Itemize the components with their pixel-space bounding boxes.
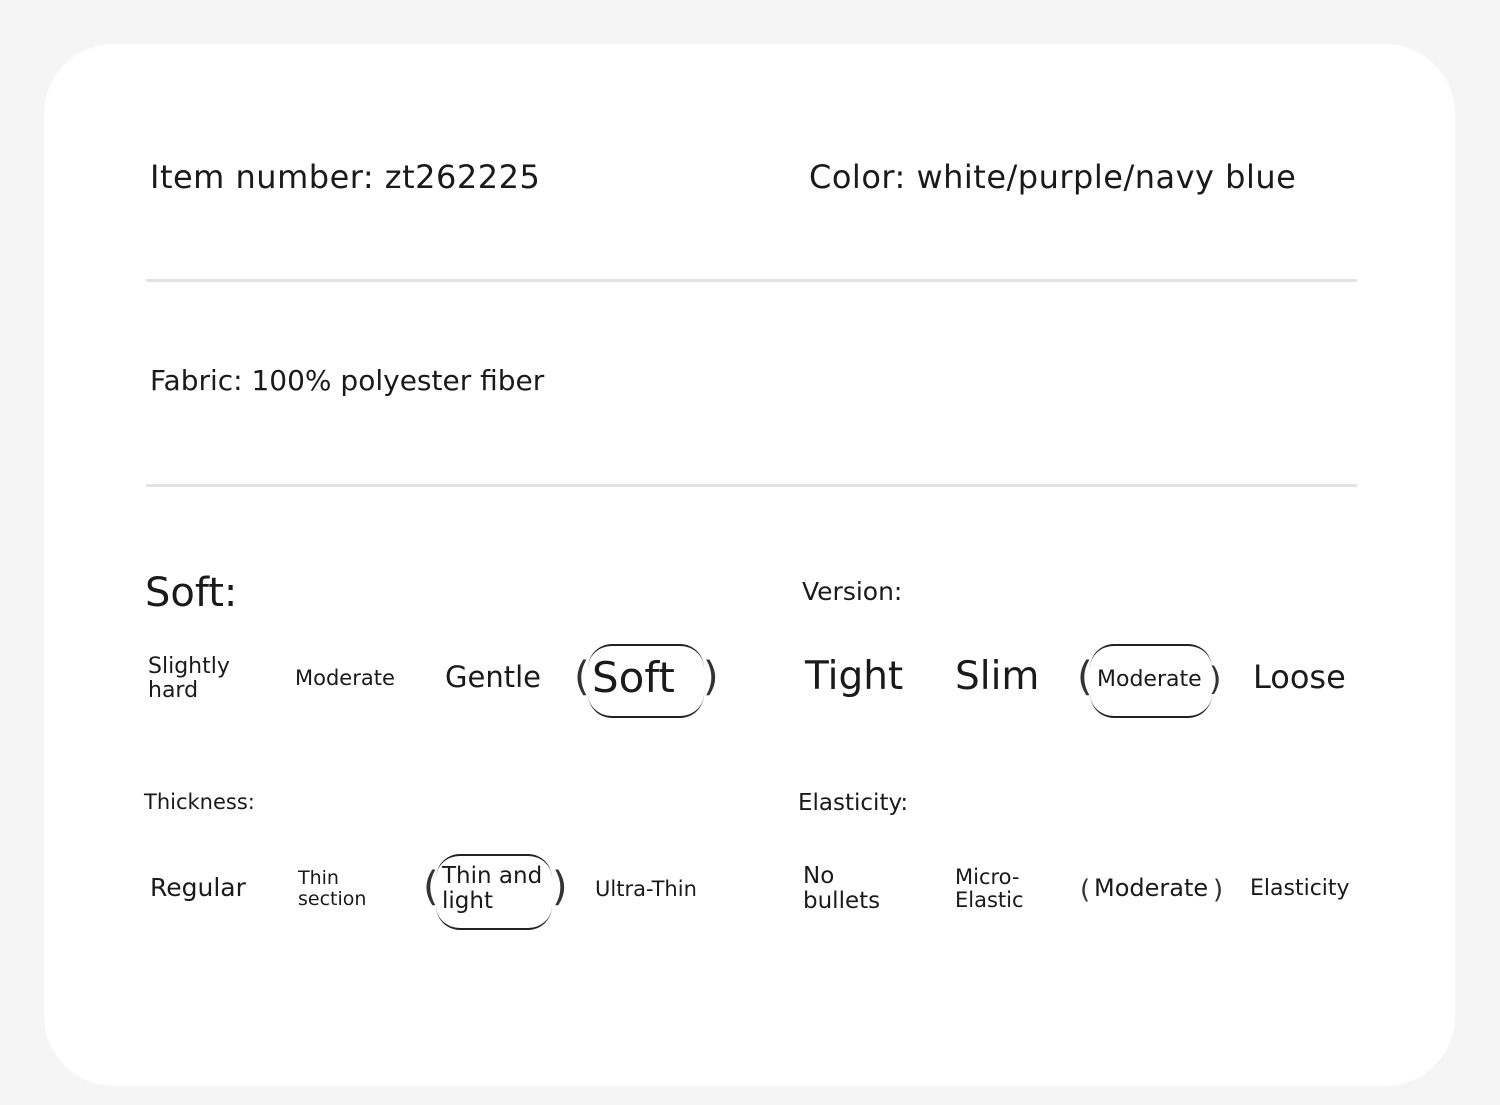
soft-option-slightly-hard: Slightly hard: [148, 654, 230, 704]
elasticity-option-elasticity: Elasticity: [1250, 876, 1350, 901]
soft-paren-left: (: [574, 654, 590, 700]
version-paren-right: ): [1209, 660, 1222, 698]
item-number: Item number: zt262225: [150, 158, 541, 196]
version-paren-left: (: [1077, 654, 1093, 700]
elasticity-paren-right: ): [1213, 875, 1224, 905]
soft-option-gentle: Gentle: [445, 660, 541, 694]
version-option-loose: Loose: [1253, 658, 1346, 696]
thickness-title: Thickness:: [144, 790, 255, 814]
thickness-option-thin-section: Thin section: [298, 867, 367, 910]
spec-card: [44, 44, 1455, 1086]
elasticity-option-no-bullets: No bullets: [803, 863, 881, 915]
elasticity-option-micro-elastic: Micro-Elastic: [955, 865, 1024, 913]
thickness-option-ultra-thin: Ultra-Thin: [595, 877, 697, 901]
version-option-slim: Slim: [955, 654, 1040, 699]
elasticity-option-moderate: Moderate: [1094, 874, 1209, 902]
divider-middle: [146, 484, 1357, 487]
soft-option-moderate: Moderate: [295, 666, 395, 690]
thickness-option-regular: Regular: [150, 873, 246, 902]
elasticity-paren-left: (: [1080, 875, 1091, 905]
thickness-option-thin-and-light: Thin and light: [442, 863, 543, 915]
thickness-paren-right: ): [552, 864, 568, 910]
color-info: Color: white/purple/navy blue: [809, 158, 1297, 196]
version-option-tight: Tight: [805, 654, 904, 699]
fabric-info: Fabric: 100% polyester fiber: [150, 364, 545, 397]
elasticity-title: Elasticity:: [798, 790, 909, 816]
version-option-moderate: Moderate: [1097, 667, 1202, 692]
version-title: Version:: [802, 577, 903, 606]
soft-option-soft: Soft: [592, 653, 675, 702]
soft-paren-right: ): [703, 654, 719, 700]
divider-top: [146, 279, 1357, 282]
thickness-paren-left: (: [423, 864, 439, 910]
soft-title: Soft:: [145, 570, 238, 616]
